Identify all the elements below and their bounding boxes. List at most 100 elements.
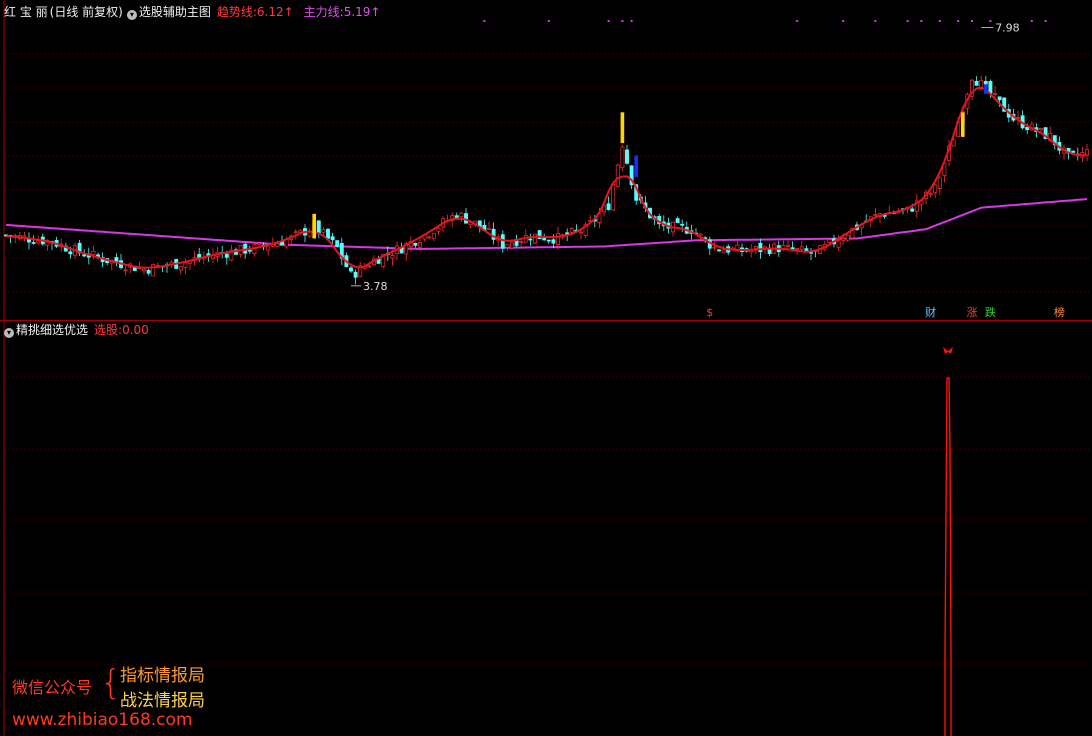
candle-body <box>910 208 915 212</box>
candle-body <box>326 228 330 239</box>
candle-body <box>680 223 685 226</box>
candle-body <box>845 234 850 241</box>
signal-value: 0.00 <box>122 323 149 337</box>
signal-dot <box>1030 20 1033 22</box>
candle-body <box>132 267 137 271</box>
candle <box>933 183 938 199</box>
event-marker: 榜 <box>1054 305 1065 319</box>
signal-dot <box>621 20 624 22</box>
signal-dot <box>874 20 877 22</box>
candle <box>1020 110 1025 130</box>
stock-name: 红 宝 丽 <box>4 5 48 19</box>
candle <box>431 232 436 242</box>
candle-body <box>569 228 574 233</box>
dropdown-icon[interactable]: ▾ <box>126 10 137 20</box>
signal-dot <box>989 20 992 22</box>
high-label: 7.98 <box>995 21 1020 34</box>
candle <box>165 262 169 273</box>
candle-body <box>1039 127 1043 130</box>
watermark-brace: { <box>100 663 122 703</box>
candle-body <box>123 269 128 272</box>
candle-body <box>533 233 537 244</box>
candle-body <box>224 253 229 258</box>
low-label: 3.78 <box>363 280 388 293</box>
candle <box>197 247 202 262</box>
candle <box>330 232 335 244</box>
candle-body <box>786 244 790 247</box>
candle-body <box>275 243 280 247</box>
candle-body <box>91 250 96 255</box>
candle-body <box>528 238 533 241</box>
candle <box>928 191 933 198</box>
candle-body <box>974 80 979 86</box>
candle-body <box>36 240 41 244</box>
candle <box>519 239 524 248</box>
signal-dot <box>547 20 550 22</box>
signal-dot <box>607 20 610 22</box>
candle-body <box>997 96 1002 101</box>
candle <box>1085 144 1089 162</box>
candle-body <box>293 231 298 234</box>
trend-line <box>5 86 1088 269</box>
candle-body <box>247 249 252 252</box>
candle-body <box>928 192 933 195</box>
candle-body <box>615 164 620 187</box>
candle <box>1062 144 1066 160</box>
signal-dot <box>630 20 633 22</box>
candle-body <box>721 249 726 253</box>
candle <box>358 261 363 277</box>
candle <box>27 232 31 250</box>
candle-body <box>937 177 942 189</box>
candle-body <box>183 262 188 268</box>
signal-label: 选股: <box>94 323 123 337</box>
candle-body <box>178 266 183 271</box>
candle-body <box>993 92 997 95</box>
candle <box>119 254 123 270</box>
candle <box>427 235 432 240</box>
candle <box>289 234 294 245</box>
candle <box>128 262 133 274</box>
chart-canvas: 7.98 3.78 $ 财 涨跌 榜 <box>0 0 1092 736</box>
period-label: (日线 前复权) <box>49 5 123 19</box>
candle-body <box>542 237 547 241</box>
main-label: 主力线: <box>303 5 344 19</box>
candle-body <box>349 267 353 272</box>
grid-lines <box>0 0 1092 736</box>
candle-body <box>31 242 36 244</box>
candle-body <box>436 227 441 232</box>
candle-body <box>1071 150 1076 153</box>
candle <box>77 239 82 257</box>
dropdown-icon-lower[interactable]: ▾ <box>4 328 14 338</box>
indicator-name[interactable]: 选股辅助主图 <box>139 5 211 19</box>
candle-body <box>427 236 432 239</box>
candle <box>970 79 974 101</box>
candle <box>335 239 340 248</box>
candle-body <box>758 242 763 253</box>
candle <box>671 221 675 237</box>
candle-body <box>487 228 491 230</box>
candle-body <box>335 240 340 247</box>
candle-body <box>579 231 583 234</box>
candle <box>114 253 119 267</box>
signal-dot <box>920 20 923 22</box>
main-arrow-icon: ↑ <box>370 5 381 19</box>
blue-bar <box>634 155 638 177</box>
lower-indicator-name[interactable]: 精挑细选优选 <box>16 323 88 337</box>
candle-body <box>836 240 841 248</box>
candle-body <box>675 218 680 223</box>
candle-body <box>367 265 372 268</box>
candle <box>937 175 942 195</box>
candle-body <box>27 238 31 243</box>
candle-body <box>519 240 524 243</box>
candle-body <box>983 80 988 85</box>
candle-body <box>151 264 156 277</box>
trend-line-layer <box>5 86 1088 269</box>
candle-body <box>795 248 800 250</box>
candle-body <box>68 251 73 255</box>
signal-dot <box>483 20 486 22</box>
event-marker: $ <box>706 306 713 319</box>
candle <box>546 239 551 244</box>
candle-body <box>873 214 878 216</box>
candle <box>178 266 183 275</box>
candle-body <box>500 234 505 249</box>
